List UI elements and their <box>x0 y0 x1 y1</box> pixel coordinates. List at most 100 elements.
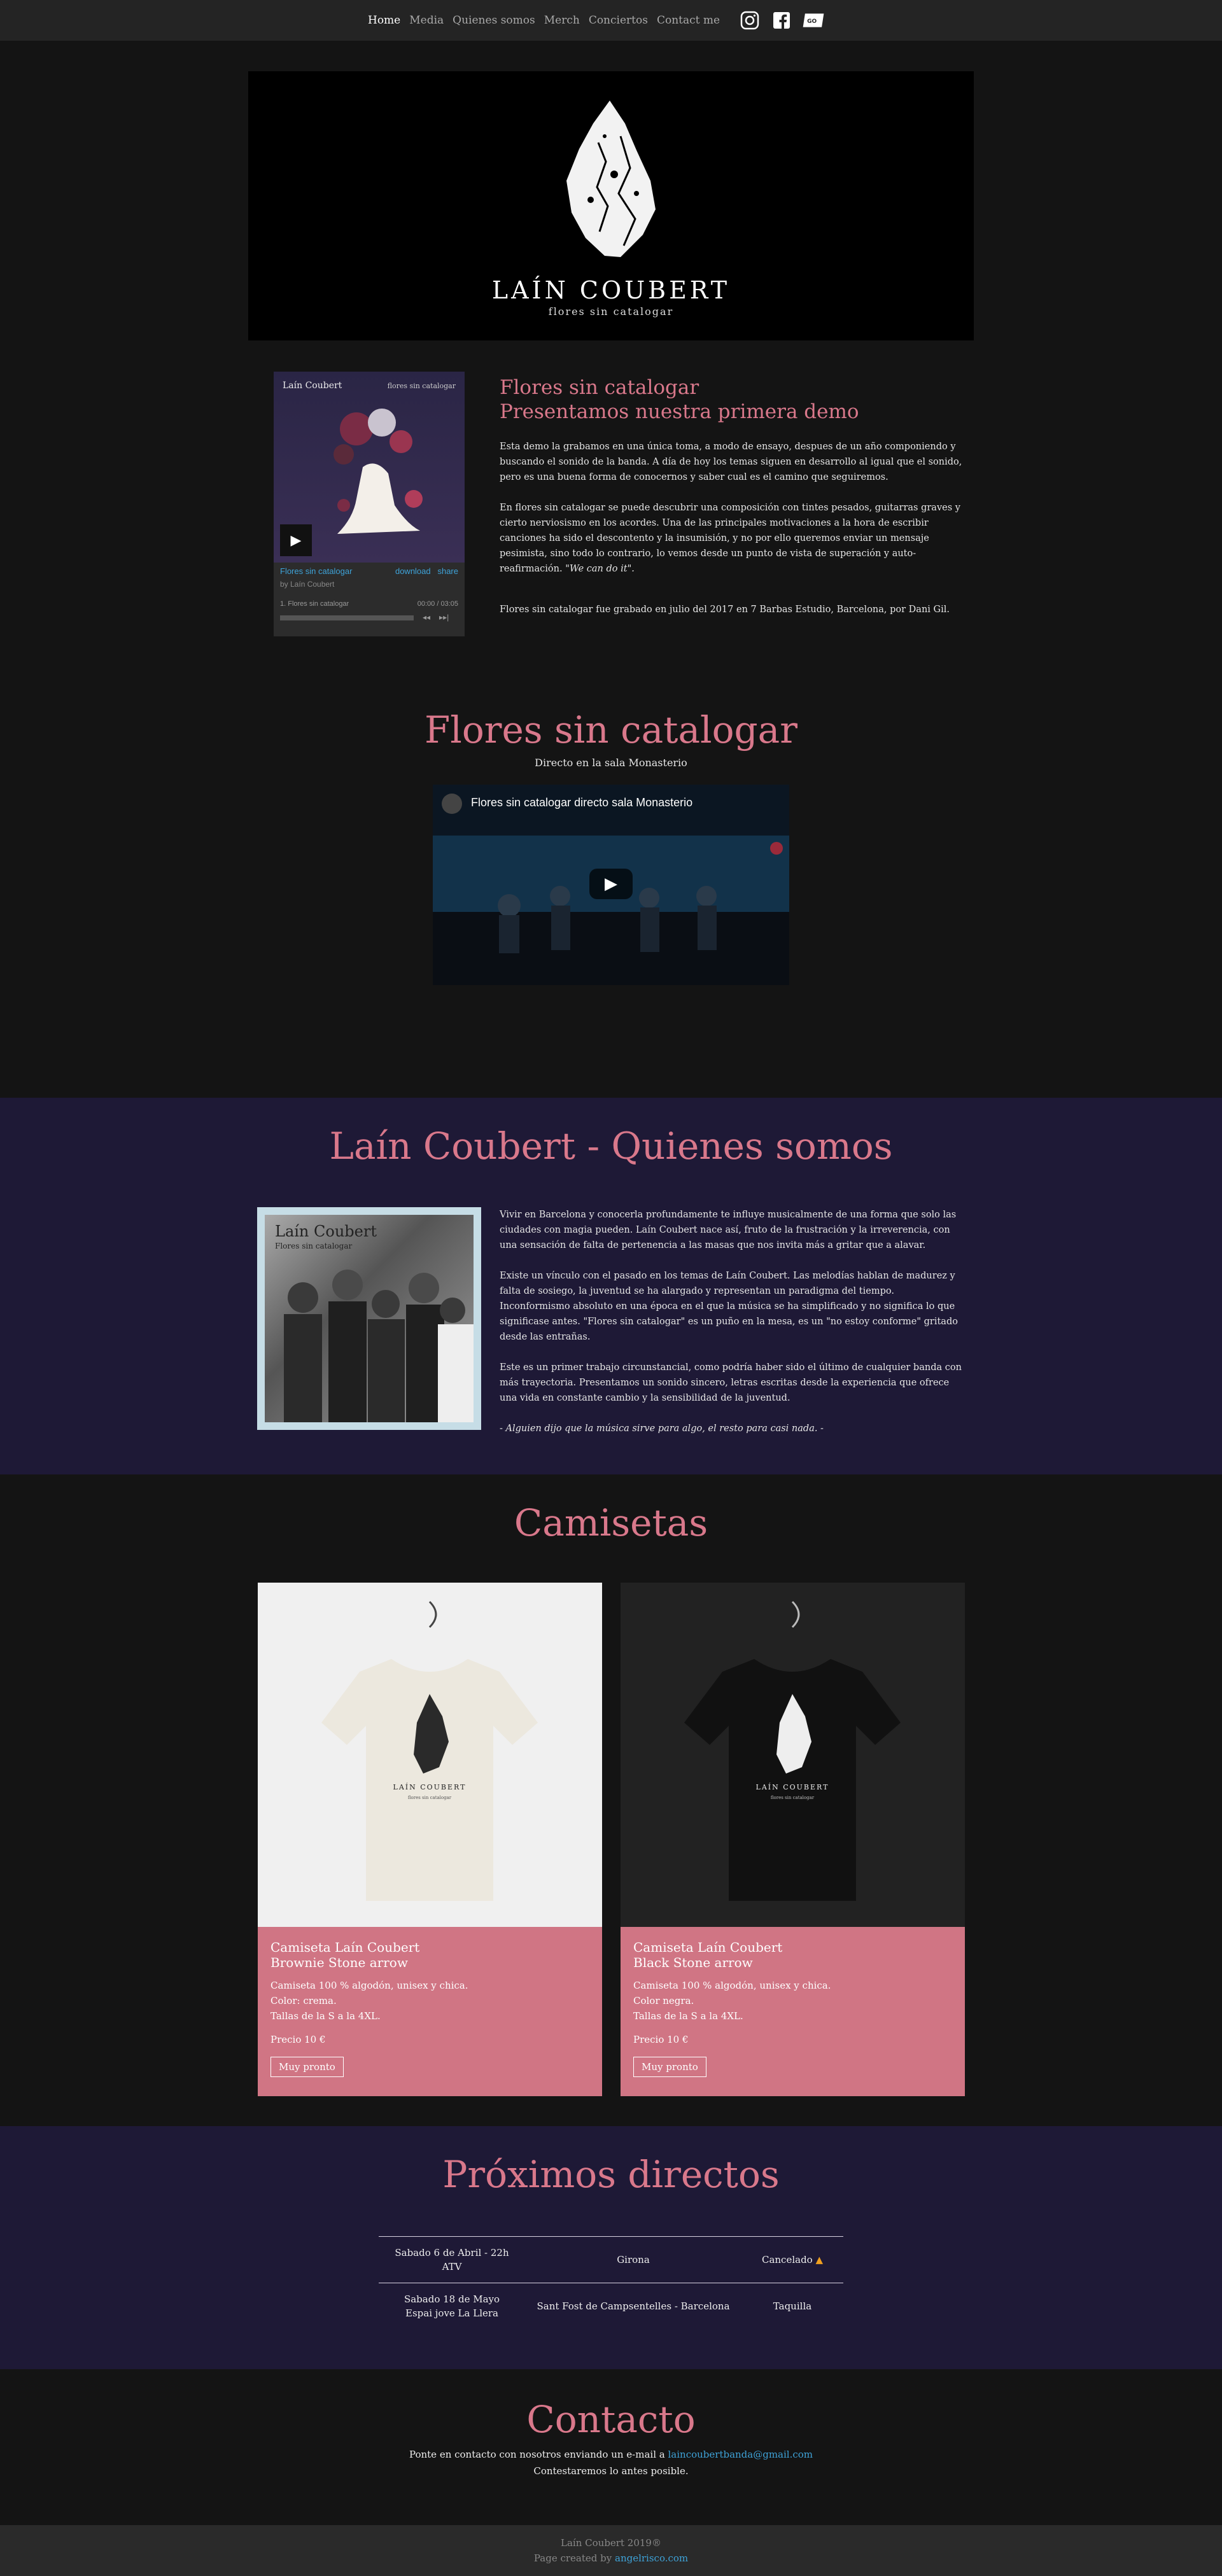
shirt-price: Precio 10 € <box>633 2034 689 2045</box>
nav-quienes-somos[interactable]: Quienes somos <box>453 14 535 27</box>
gigs-section: Próximos directos Sabado 6 de Abril - 22… <box>0 2126 1222 2369</box>
shirt-title: Camiseta Laín Coubert <box>270 1940 420 1955</box>
demo-description: Flores sin catalogar Presentamos nuestra… <box>500 375 964 617</box>
download-link[interactable]: download <box>395 566 431 576</box>
demo-quote: "We can do it". <box>565 564 635 574</box>
nav-conciertos[interactable]: Conciertos <box>589 14 648 27</box>
gig-status: Cancelado <box>761 2254 813 2265</box>
shirt-print-band: LAÍN COUBERT <box>393 1782 467 1791</box>
shirt-button[interactable]: Muy pronto <box>633 2057 706 2077</box>
youtube-video[interactable]: Flores sin catalogar directo sala Monast… <box>433 785 789 985</box>
album-art-band: Laín Coubert <box>283 381 342 391</box>
bandcamp-player: Laín Coubert flores sin catalogar ▶ Flor… <box>274 372 465 636</box>
hero-subtitle: flores sin catalogar <box>548 305 674 318</box>
nav-contact[interactable]: Contact me <box>657 14 720 27</box>
gig-status[interactable]: Taquilla <box>741 2300 843 2312</box>
shirt-button[interactable]: Muy pronto <box>270 2057 344 2077</box>
album-art-title: flores sin catalogar <box>387 382 456 390</box>
shirt-print-album: flores sin catalogar <box>771 1795 815 1800</box>
footer-copyright: Laín Coubert 2019® <box>561 2537 661 2549</box>
shirt-card-body: Camiseta Laín Coubert Brownie Stone arro… <box>258 1927 602 2096</box>
nav-merch[interactable]: Merch <box>544 14 580 27</box>
footer-credit: Page created by <box>533 2552 612 2564</box>
band-photo: Laín Coubert Flores sin catalogar <box>257 1207 481 1430</box>
player-artist: by Laín Coubert <box>280 580 335 589</box>
nav-media[interactable]: Media <box>409 14 444 27</box>
gig-row: Sabado 6 de Abril - 22h ATV Girona Cancel… <box>379 2236 843 2283</box>
video-title: Flores sin catalogar directo sala Monast… <box>471 796 693 809</box>
shirt-image-black: LAÍN COUBERT flores sin catalogar <box>621 1583 965 1927</box>
flowers-bust-icon <box>334 409 423 534</box>
shirt-color: Color: crema. <box>270 1995 337 2006</box>
shirt-model: Black Stone arrow <box>633 1955 753 1970</box>
nav-home[interactable]: Home <box>368 14 400 27</box>
tshirt-cream-icon: LAÍN COUBERT flores sin catalogar <box>321 1600 538 1901</box>
video-play-button[interactable]: ▶ <box>589 869 633 899</box>
shirt-print-band: LAÍN COUBERT <box>756 1782 829 1791</box>
demo-section: Laín Coubert flores sin catalogar ▶ Flor… <box>0 340 1222 671</box>
gig-city: Sant Fost de Campsentelles - Barcelona <box>537 2300 730 2312</box>
video-section: Flores sin catalogar Directo en la sala … <box>0 671 1222 1098</box>
next-icon[interactable]: ▸▸| <box>439 613 449 622</box>
shirt-title: Camiseta Laín Coubert <box>633 1940 783 1955</box>
video-section-title: Flores sin catalogar <box>425 708 797 752</box>
merch-title: Camisetas <box>514 1501 708 1544</box>
player-track-link[interactable]: Flores sin catalogar <box>280 566 352 576</box>
shirt-price: Precio 10 € <box>270 2034 326 2045</box>
gig-venue: Espai jove La Llera <box>405 2307 498 2319</box>
share-link[interactable]: share <box>437 566 458 576</box>
shirt-material: Camiseta 100 % algodón, unisex y chica. <box>270 1980 468 1991</box>
demo-paragraph-2: En flores sin catalogar se puede descubr… <box>500 503 960 574</box>
shirt-sizes: Tallas de la S a la 4XL. <box>270 2010 381 2022</box>
nav-links: Home Media Quienes somos Merch Concierto… <box>368 0 729 41</box>
svg-text:GO: GO <box>807 18 817 25</box>
album-art: Laín Coubert flores sin catalogar ▶ <box>274 372 465 563</box>
demo-heading: Flores sin catalogar <box>500 376 699 399</box>
arrowhead-logo-icon <box>560 98 662 266</box>
shirt-model: Brownie Stone arrow <box>270 1955 408 1970</box>
contact-reply-text: Contestaremos lo antes posible. <box>533 2465 689 2477</box>
gig-city: Girona <box>617 2254 650 2265</box>
about-text: Vivir en Barcelona y conocerla profundam… <box>500 1207 964 1452</box>
shirt-print-album: flores sin catalogar <box>408 1795 452 1800</box>
shirt-image-cream: LAÍN COUBERT flores sin catalogar <box>258 1583 602 1927</box>
gig-venue: ATV <box>442 2261 462 2272</box>
player-track-name: 1. Flores sin catalogar <box>280 600 349 608</box>
shirt-card-body: Camiseta Laín Coubert Black Stone arrow … <box>621 1927 965 2096</box>
social-links: GO <box>738 9 825 32</box>
shirt-color: Color negra. <box>633 1995 694 2006</box>
gig-date: Sabado 6 de Abril - 22h <box>395 2247 509 2258</box>
demo-subheading: Presentamos nuestra primera demo <box>500 400 859 423</box>
prev-icon[interactable]: ◂◂ <box>423 613 430 622</box>
hero-banner: LAÍN COUBERT flores sin catalogar <box>248 71 974 340</box>
about-section: Laín Coubert - Quienes somos Laín Couber… <box>0 1098 1222 1474</box>
contact-email-link[interactable]: laincoubertbanda@gmail.com <box>668 2449 813 2460</box>
top-nav: Home Media Quienes somos Merch Concierto… <box>0 0 1222 41</box>
about-paragraph-1: Vivir en Barcelona y conocerla profundam… <box>500 1210 957 1250</box>
play-button[interactable]: ▶ <box>280 524 312 556</box>
about-paragraph-2: Existe un vínculo con el pasado en los t… <box>500 1271 958 1342</box>
about-quote: - Alguien dijo que la música sirve para … <box>500 1424 824 1434</box>
warning-icon: ▲ <box>815 2254 824 2265</box>
gigs-table: Sabado 6 de Abril - 22h ATV Girona Cancel… <box>379 2236 843 2329</box>
merch-section: Camisetas LAÍN COUBERT flores sin catalo… <box>0 1474 1222 2126</box>
instagram-icon[interactable] <box>738 9 761 32</box>
demo-paragraph-3: Flores sin catalogar fue grabado en juli… <box>500 605 950 615</box>
video-section-subtitle: Directo en la sala Monasterio <box>535 757 687 769</box>
contact-title: Contacto <box>526 2398 696 2441</box>
facebook-icon[interactable] <box>770 9 793 32</box>
gig-row: Sabado 18 de Mayo Espai jove La Llera San… <box>379 2283 843 2329</box>
about-paragraph-3: Este es un primer trabajo circunstancial… <box>500 1362 962 1403</box>
contact-section: Contacto Ponte en contacto con nosotros … <box>0 2369 1222 2525</box>
ticket-icon[interactable]: GO <box>802 9 825 32</box>
about-title: Laín Coubert - Quienes somos <box>329 1124 893 1168</box>
demo-paragraph-1: Esta demo la grabamos en una única toma,… <box>500 442 962 482</box>
shirt-card-cream: LAÍN COUBERT flores sin catalogar Camise… <box>258 1583 602 2096</box>
shirt-card-black: LAÍN COUBERT flores sin catalogar Camise… <box>621 1583 965 2096</box>
gig-date: Sabado 18 de Mayo <box>404 2293 500 2305</box>
progress-bar[interactable] <box>280 615 414 620</box>
shirt-sizes: Tallas de la S a la 4XL. <box>633 2010 743 2022</box>
footer-credit-link[interactable]: angelrisco.com <box>615 2552 688 2564</box>
shirt-material: Camiseta 100 % algodón, unisex y chica. <box>633 1980 831 1991</box>
footer: Laín Coubert 2019® Page created by angel… <box>0 2525 1222 2576</box>
